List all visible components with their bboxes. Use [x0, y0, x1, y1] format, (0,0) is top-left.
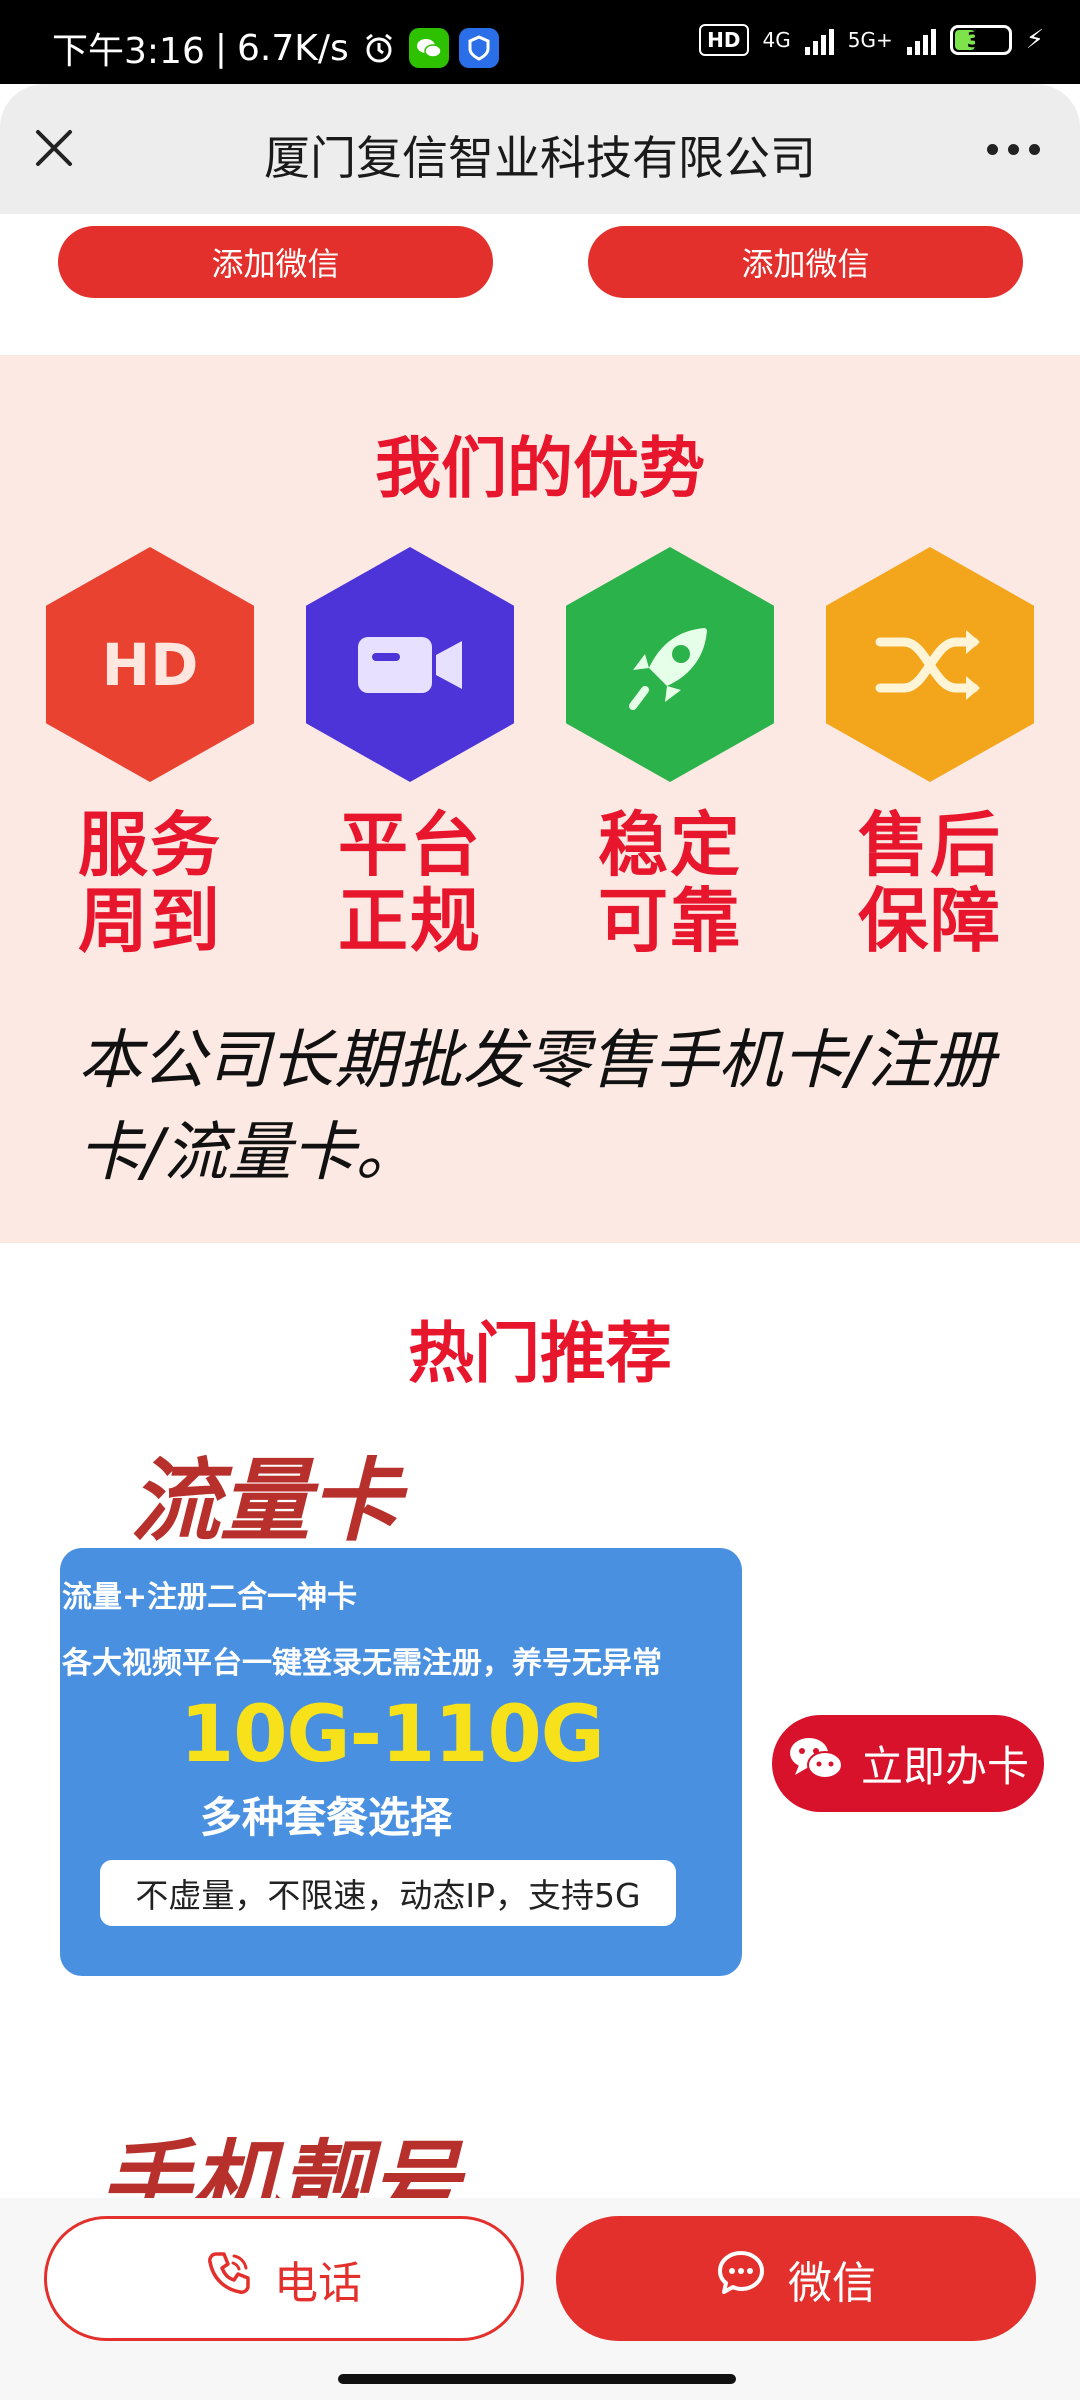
data-card-banner[interactable]: 流量+注册二合一神卡 各大视频平台一键登录无需注册，养号无异常 10G-110G… — [60, 1548, 742, 1976]
network-4g-label: 4G — [762, 28, 791, 52]
card-description: 各大视频平台一键登录无需注册，养号无异常 — [62, 1646, 662, 1681]
wechat-icon — [787, 1735, 845, 1793]
hot-title: 热门推荐 — [408, 1315, 672, 1392]
charging-icon: ⚡ — [1025, 25, 1044, 55]
battery-level: 37 — [966, 28, 995, 52]
alarm-icon — [359, 28, 399, 68]
call-button[interactable]: 电话 — [44, 2216, 524, 2341]
bottom-action-bar: 电话 微信 — [0, 2198, 1080, 2400]
phone-icon — [206, 2250, 252, 2307]
page: 下午3:16 | 6.7K/s HD 4G 5G+ 37 ⚡ 厦门复信智业科技有… — [0, 0, 1080, 2400]
network-5g-label: 5G+ — [847, 28, 893, 52]
chat-bubble-icon — [716, 2248, 766, 2309]
status-bar-left: 下午3:16 | 6.7K/s — [52, 22, 499, 74]
app-bar: 厦门复信智业科技有限公司 — [0, 84, 1080, 214]
more-options-icon[interactable] — [987, 144, 1040, 155]
status-divider: | — [214, 27, 227, 69]
advantage-label: 稳定 可靠 — [598, 804, 742, 962]
rocket-icon — [566, 547, 774, 782]
company-description: 本公司长期批发零售手机卡/注册卡/流量卡。 — [78, 1024, 996, 1190]
home-indicator — [338, 2374, 736, 2384]
category-title-data-card: 流量卡 — [130, 1449, 400, 1554]
svg-text:HD: HD — [102, 631, 199, 699]
page-title: 厦门复信智业科技有限公司 — [264, 131, 816, 185]
hd-badge: HD — [699, 24, 749, 56]
signal-icon — [906, 25, 936, 55]
wechat-label: 微信 — [788, 2257, 876, 2309]
wechat-notification-icon — [408, 28, 449, 68]
hd-icon: HD — [46, 547, 254, 782]
signal-icon — [804, 25, 834, 55]
battery-icon: 37 — [949, 25, 1012, 55]
card-subtitle: 流量+注册二合一神卡 — [62, 1580, 358, 1615]
status-bar-right: HD 4G 5G+ 37 ⚡ — [699, 24, 1044, 56]
card-features: 不虚量，不限速，动态IP，支持5G — [100, 1860, 676, 1926]
status-time: 下午3:16 — [52, 31, 205, 72]
advantages-title: 我们的优势 — [375, 430, 705, 507]
card-data-range: 10G-110G — [180, 1690, 605, 1780]
wechat-button[interactable]: 微信 — [556, 2216, 1036, 2341]
status-net-speed: 6.7K/s — [236, 27, 349, 69]
status-bar: 下午3:16 | 6.7K/s HD 4G 5G+ 37 ⚡ — [0, 0, 1080, 84]
card-plans: 多种套餐选择 — [200, 1793, 453, 1842]
video-camera-icon — [306, 547, 514, 782]
app-notification-icon — [458, 28, 499, 68]
advantage-label: 服务 周到 — [78, 804, 222, 962]
shuffle-icon — [826, 547, 1034, 782]
advantage-label: 平台 正规 — [338, 804, 482, 962]
apply-card-label: 立即办卡 — [860, 1742, 1029, 1791]
close-icon[interactable] — [28, 122, 80, 174]
advantages-section: 我们的优势 HD 服务 周到 平台 正规 稳定 可靠 售后 保障 本公司长期批发零售手机… — [0, 355, 1080, 1243]
call-label: 电话 — [274, 2257, 362, 2309]
apply-card-button[interactable]: 立即办卡 — [772, 1715, 1044, 1812]
add-wechat-button[interactable]: 添加微信 — [58, 226, 493, 298]
add-wechat-button[interactable]: 添加微信 — [588, 226, 1023, 298]
advantage-label: 售后 保障 — [858, 804, 1002, 962]
